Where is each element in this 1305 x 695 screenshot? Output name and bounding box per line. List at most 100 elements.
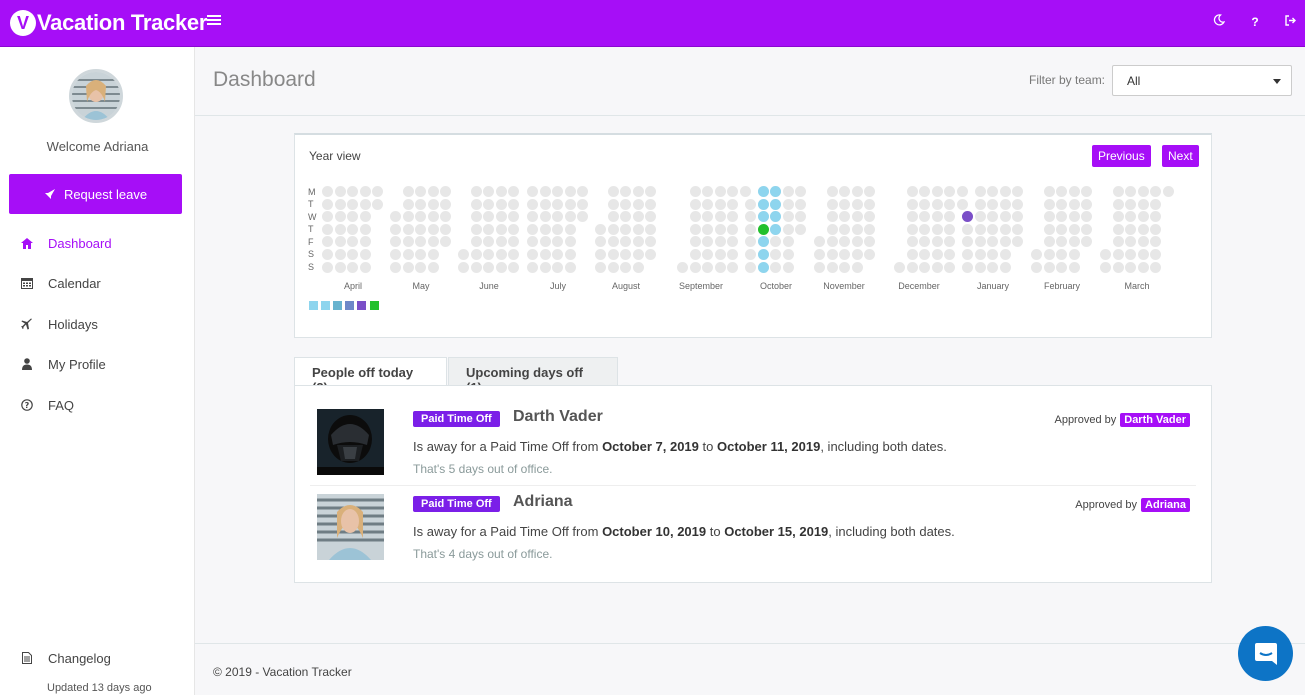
calendar-day-cell[interactable] [864,236,876,248]
calendar-day-cell[interactable] [826,186,838,197]
calendar-day-cell[interactable] [919,261,931,273]
calendar-day-cell[interactable] [714,236,726,248]
calendar-day-cell[interactable] [839,186,851,197]
calendar-day-cell[interactable] [470,198,482,210]
calendar-day-cell[interactable] [864,249,876,260]
calendar-day-cell[interactable] [495,186,507,197]
calendar-day-cell[interactable] [839,198,851,210]
calendar-day-cell[interactable] [702,198,714,210]
calendar-day-cell[interactable] [906,249,918,260]
calendar-day-cell[interactable] [702,261,714,273]
calendar-day-cell[interactable] [1012,223,1024,235]
calendar-day-cell[interactable] [974,198,986,210]
calendar-day-cell[interactable] [1150,261,1162,273]
calendar-day-cell[interactable] [539,223,551,235]
calendar-day-cell[interactable] [427,236,439,248]
calendar-day-cell[interactable] [415,211,427,223]
calendar-day-cell[interactable] [974,223,986,235]
calendar-day-cell[interactable] [495,223,507,235]
calendar-day-cell[interactable] [974,236,986,248]
calendar-day-cell[interactable] [987,211,999,223]
calendar-day-cell[interactable] [987,198,999,210]
calendar-day-cell[interactable] [440,223,452,235]
calendar-day-cell[interactable] [727,198,739,210]
calendar-day-cell[interactable] [527,186,538,197]
calendar-day-cell[interactable] [372,186,384,197]
calendar-day-cell[interactable] [402,223,414,235]
calendar-day-cell[interactable] [564,223,576,235]
sidebar-item-dashboard[interactable]: Dashboard [20,233,112,253]
calendar-day-cell[interactable] [359,223,371,235]
calendar-day-cell[interactable] [645,198,657,210]
calendar-day-cell[interactable] [1163,186,1174,197]
calendar-day-cell[interactable] [689,198,701,210]
calendar-day-cell[interactable] [894,261,905,273]
calendar-day-cell[interactable] [1081,236,1093,248]
calendar-day-cell-leave[interactable] [770,223,781,235]
calendar-day-cell[interactable] [962,236,973,248]
calendar-day-cell[interactable] [919,198,931,210]
calendar-day-cell[interactable] [564,211,576,223]
calendar-day-cell[interactable] [851,186,863,197]
menu-toggle-icon[interactable] [207,13,221,29]
calendar-day-cell[interactable] [508,223,520,235]
calendar-day-cell[interactable] [1125,211,1137,223]
request-leave-button[interactable]: Request leave [9,174,182,214]
calendar-day-cell[interactable] [527,249,538,260]
calendar-day-cell[interactable] [390,236,401,248]
calendar-day-cell[interactable] [987,186,999,197]
calendar-day-cell[interactable] [539,211,551,223]
calendar-day-cell-leave[interactable] [758,198,769,210]
calendar-day-cell[interactable] [851,223,863,235]
calendar-day-cell[interactable] [607,223,619,235]
calendar-day-cell[interactable] [1081,223,1093,235]
calendar-day-cell[interactable] [1112,249,1124,260]
calendar-day-cell[interactable] [415,198,427,210]
calendar-day-cell[interactable] [564,249,576,260]
person-name[interactable]: Adriana [513,493,573,511]
calendar-day-cell[interactable] [495,236,507,248]
calendar-day-cell-holiday[interactable] [962,211,973,223]
calendar-day-cell[interactable] [552,249,564,260]
calendar-day-cell[interactable] [390,249,401,260]
calendar-day-cell[interactable] [322,261,333,273]
calendar-day-cell[interactable] [974,211,986,223]
calendar-day-cell[interactable] [564,261,576,273]
calendar-day-cell[interactable] [727,249,739,260]
calendar-day-cell[interactable] [495,261,507,273]
calendar-day-cell[interactable] [620,261,632,273]
calendar-day-cell[interactable] [1056,211,1068,223]
calendar-day-cell[interactable] [974,261,986,273]
calendar-day-cell[interactable] [795,186,807,197]
calendar-day-cell[interactable] [839,236,851,248]
calendar-day-cell[interactable] [427,223,439,235]
calendar-day-cell[interactable] [1112,211,1124,223]
calendar-day-cell[interactable] [322,223,333,235]
calendar-day-cell[interactable] [864,186,876,197]
calendar-day-cell[interactable] [552,236,564,248]
calendar-day-cell[interactable] [577,186,589,197]
calendar-day-cell[interactable] [495,211,507,223]
previous-button[interactable]: Previous [1092,145,1151,167]
calendar-day-cell[interactable] [770,249,782,260]
calendar-day-cell[interactable] [483,211,495,223]
calendar-day-cell[interactable] [1081,198,1093,210]
calendar-day-cell[interactable] [552,186,564,197]
calendar-day-cell[interactable] [727,236,739,248]
calendar-day-cell[interactable] [1137,261,1149,273]
calendar-day-cell[interactable] [359,261,371,273]
calendar-day-cell[interactable] [632,186,644,197]
calendar-day-cell[interactable] [415,249,427,260]
calendar-day-cell[interactable] [402,236,414,248]
calendar-day-cell[interactable] [1043,186,1055,197]
calendar-day-cell[interactable] [1137,249,1149,260]
calendar-day-cell[interactable] [620,236,632,248]
calendar-day-cell[interactable] [347,261,359,273]
calendar-day-cell[interactable] [689,186,701,197]
calendar-day-cell[interactable] [427,249,439,260]
team-filter-select[interactable]: All [1112,65,1292,96]
calendar-day-cell[interactable] [795,223,807,235]
calendar-day-cell[interactable] [1112,223,1124,235]
person-name[interactable]: Darth Vader [513,408,603,426]
calendar-day-cell[interactable] [495,198,507,210]
